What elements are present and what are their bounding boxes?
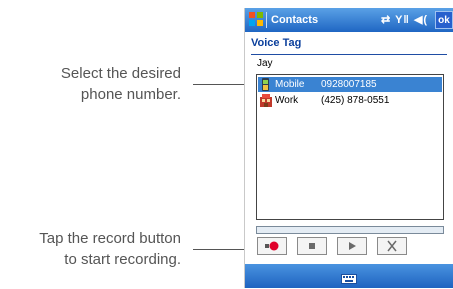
phone-number: 0928007185: [321, 79, 377, 90]
callout-select-line2: phone number.: [80, 86, 181, 103]
keyboard-icon[interactable]: [341, 271, 357, 288]
work-building-icon: [259, 94, 273, 107]
callout-record: Tap the record button to start recording…: [39, 228, 181, 270]
phone-label: Mobile: [275, 79, 305, 90]
recording-progress-bar: [256, 226, 444, 234]
sync-icon[interactable]: ⇄: [381, 14, 391, 26]
phone-number-list[interactable]: Mobile 0928007185 Work (425) 878-0551: [256, 74, 444, 220]
mobile-phone-icon: [259, 78, 273, 91]
list-item-mobile[interactable]: Mobile 0928007185: [258, 77, 442, 92]
play-icon: [349, 242, 356, 250]
play-button[interactable]: [337, 237, 367, 255]
contact-name: Jay: [257, 58, 273, 69]
record-icon: [265, 241, 279, 251]
stop-icon: [309, 243, 315, 249]
callout-select-number: Select the desired phone number.: [61, 63, 181, 105]
title-divider: [251, 54, 447, 55]
stop-button[interactable]: [297, 237, 327, 255]
page-title: Voice Tag: [251, 37, 302, 49]
list-item-work[interactable]: Work (425) 878-0551: [258, 93, 442, 108]
volume-icon[interactable]: ◀(: [414, 14, 428, 26]
menu-bar: [245, 264, 453, 288]
app-title: Contacts: [271, 14, 319, 26]
phone-number: (425) 878-0551: [321, 95, 390, 106]
status-icons: ⇄ Y‖ ◀(: [381, 13, 428, 26]
signal-icon[interactable]: Y‖: [395, 14, 410, 26]
callout-select-line1: Select the desired: [60, 65, 181, 82]
start-menu-icon[interactable]: [248, 11, 264, 30]
device-screen: Contacts ⇄ Y‖ ◀( ok Voice Tag Jay Mobile…: [244, 8, 453, 288]
ok-button[interactable]: ok: [435, 11, 453, 29]
callout-record-line1: Tap the record button: [39, 230, 181, 247]
delete-icon: [387, 240, 397, 252]
delete-button[interactable]: [377, 237, 407, 255]
title-separator: [266, 12, 267, 28]
callout-record-line2: to start recording.: [64, 251, 181, 268]
record-button[interactable]: [257, 237, 287, 255]
title-bar: Contacts ⇄ Y‖ ◀( ok: [245, 8, 453, 32]
phone-label: Work: [275, 95, 299, 106]
